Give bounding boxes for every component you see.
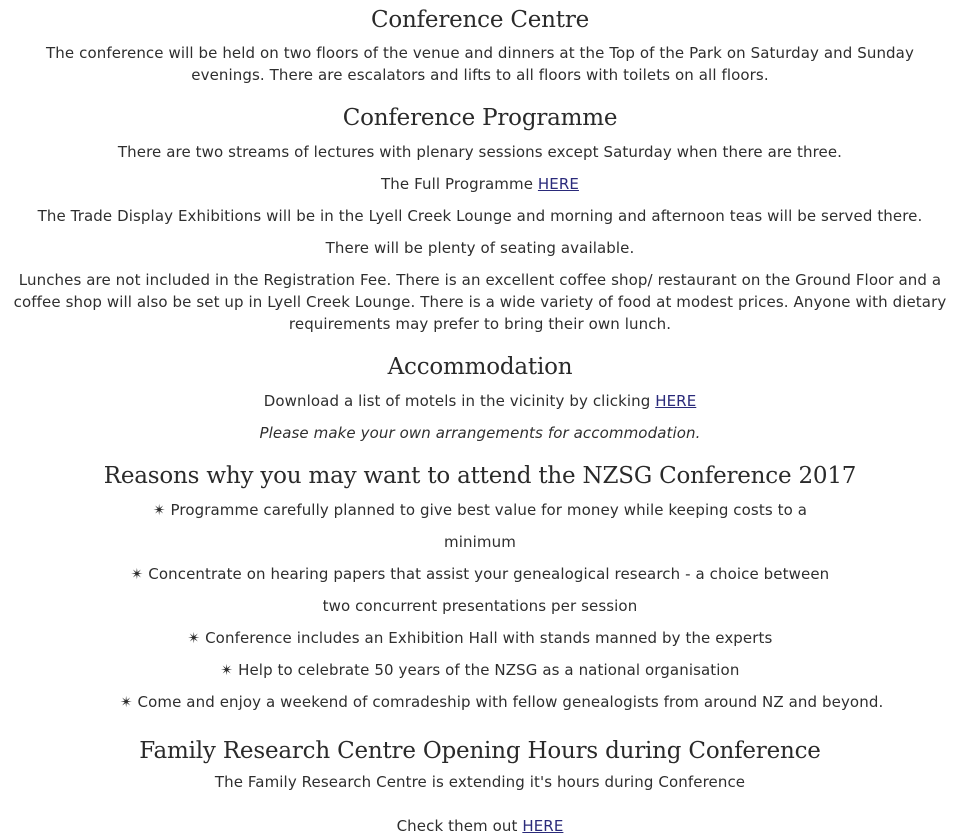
programme-streams-text: There are two streams of lectures with p… — [117, 143, 843, 161]
motels-download-label: Download a list of motels in the vicinit… — [263, 392, 656, 410]
trade-display-text: The Trade Display Exhibitions will be in… — [37, 207, 923, 225]
page-content: Conference Centre The conference will be… — [0, 0, 960, 837]
star-bullet-icon: ✴ — [187, 629, 201, 647]
check-hours-link[interactable]: HERE — [522, 817, 563, 835]
reason-item: ✴ Programme carefully planned to give be… — [120, 494, 840, 558]
research-centre-description: The Family Research Centre is extending … — [214, 773, 746, 791]
reason-text: Programme carefully planned to give best… — [170, 501, 808, 551]
star-bullet-icon: ✴ — [130, 565, 144, 583]
research-centre-heading: Family Research Centre Opening Hours dur… — [139, 738, 821, 764]
reasons-section: Reasons why you may want to attend the N… — [0, 461, 960, 718]
reasons-list: ✴ Programme carefully planned to give be… — [120, 494, 883, 718]
seating-text: There will be plenty of seating availabl… — [325, 239, 635, 257]
accommodation-note: Please make your own arrangements for ac… — [259, 424, 701, 442]
full-programme-label: The Full Programme — [381, 175, 538, 193]
reason-text: Come and enjoy a weekend of comradeship … — [137, 693, 884, 711]
venue-heading: Conference Centre — [370, 7, 590, 33]
motels-download-link[interactable]: HERE — [655, 392, 696, 410]
accommodation-heading: Accommodation — [387, 354, 573, 380]
research-centre-section: Family Research Centre Opening Hours dur… — [0, 736, 960, 837]
programme-section: Conference Programme There are two strea… — [0, 103, 960, 335]
check-hours-line: Check them out HERE — [0, 815, 960, 837]
programme-heading: Conference Programme — [342, 105, 618, 131]
check-hours-label: Check them out — [396, 817, 523, 835]
star-bullet-icon: ✴ — [120, 693, 133, 711]
accommodation-section: Accommodation Download a list of motels … — [0, 352, 960, 444]
star-bullet-icon: ✴ — [220, 661, 234, 679]
star-bullet-icon: ✴ — [152, 501, 166, 519]
reason-text: Help to celebrate 50 years of the NZSG a… — [238, 661, 740, 679]
lunches-text: Lunches are not included in the Registra… — [13, 271, 947, 333]
reason-item: ✴ Concentrate on hearing papers that ass… — [120, 558, 840, 622]
reason-text: Concentrate on hearing papers that assis… — [148, 565, 830, 615]
motels-download-line: Download a list of motels in the vicinit… — [0, 390, 960, 412]
full-programme-link[interactable]: HERE — [538, 175, 579, 193]
reason-item: ✴ Help to celebrate 50 years of the NZSG… — [120, 654, 840, 686]
venue-section: Conference Centre The conference will be… — [0, 0, 960, 86]
venue-description: The conference will be held on two floor… — [46, 44, 914, 84]
reason-text: Conference includes an Exhibition Hall w… — [205, 629, 773, 647]
reason-item: ✴ Come and enjoy a weekend of comradeshi… — [120, 686, 883, 718]
full-programme-line: The Full Programme HERE — [0, 173, 960, 195]
reasons-heading: Reasons why you may want to attend the N… — [103, 463, 857, 489]
reason-item: ✴ Conference includes an Exhibition Hall… — [120, 622, 840, 654]
